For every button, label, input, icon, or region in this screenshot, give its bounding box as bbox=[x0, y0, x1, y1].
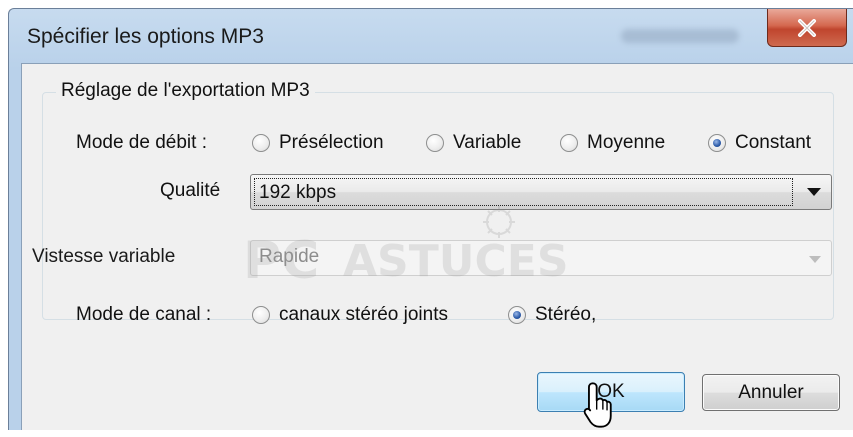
radio-preselection[interactable]: Présélection bbox=[252, 132, 384, 154]
radio-variable[interactable]: Variable bbox=[426, 132, 521, 154]
quality-label: Qualité bbox=[160, 180, 221, 201]
window-title: Spécifier les options MP3 bbox=[27, 25, 264, 48]
radio-label: Moyenne bbox=[587, 132, 666, 153]
variable-speed-value: Rapide bbox=[259, 246, 320, 267]
radio-circle-checked bbox=[508, 306, 526, 324]
dialog-client-area: Réglage de l'exportation MP3 Mode de déb… bbox=[21, 63, 853, 437]
title-bar-blur bbox=[621, 29, 739, 43]
radio-circle bbox=[560, 134, 578, 152]
mouse-pointer-icon bbox=[583, 382, 612, 428]
radio-label: Stéréo, bbox=[535, 304, 597, 325]
radio-joint-stereo[interactable]: canaux stéréo joints bbox=[252, 304, 448, 326]
radio-label: canaux stéréo joints bbox=[279, 304, 448, 325]
quality-select[interactable]: 192 kbps bbox=[250, 174, 832, 210]
radio-circle bbox=[252, 306, 270, 324]
radio-label: Variable bbox=[453, 132, 522, 153]
chevron-down-icon bbox=[809, 256, 821, 263]
radio-circle bbox=[426, 134, 444, 152]
dialog-window: Spécifier les options MP3 Réglage de l'e… bbox=[8, 8, 853, 437]
cancel-button-label: Annuler bbox=[738, 381, 804, 403]
close-icon bbox=[798, 18, 816, 37]
radio-circle bbox=[252, 134, 270, 152]
radio-stereo[interactable]: Stéréo, bbox=[508, 304, 596, 326]
channel-mode-label: Mode de canal : bbox=[76, 304, 212, 325]
radio-label: Constant bbox=[735, 132, 812, 153]
title-bar[interactable]: Spécifier les options MP3 bbox=[9, 9, 853, 65]
radio-label: Présélection bbox=[279, 132, 384, 153]
bottom-edge bbox=[0, 430, 853, 437]
radio-circle-checked bbox=[708, 134, 726, 152]
group-legend: Réglage de l'exportation MP3 bbox=[56, 80, 315, 102]
close-button[interactable] bbox=[767, 9, 847, 47]
cancel-button[interactable]: Annuler bbox=[702, 374, 840, 411]
chevron-down-icon bbox=[807, 188, 821, 196]
bitrate-mode-label: Mode de débit : bbox=[76, 132, 207, 153]
variable-speed-select[interactable]: Rapide bbox=[250, 240, 832, 276]
radio-moyenne[interactable]: Moyenne bbox=[560, 132, 665, 154]
radio-constant[interactable]: Constant bbox=[708, 132, 811, 154]
variable-speed-label: Vistesse variable bbox=[32, 246, 176, 267]
quality-value: 192 kbps bbox=[254, 178, 793, 206]
